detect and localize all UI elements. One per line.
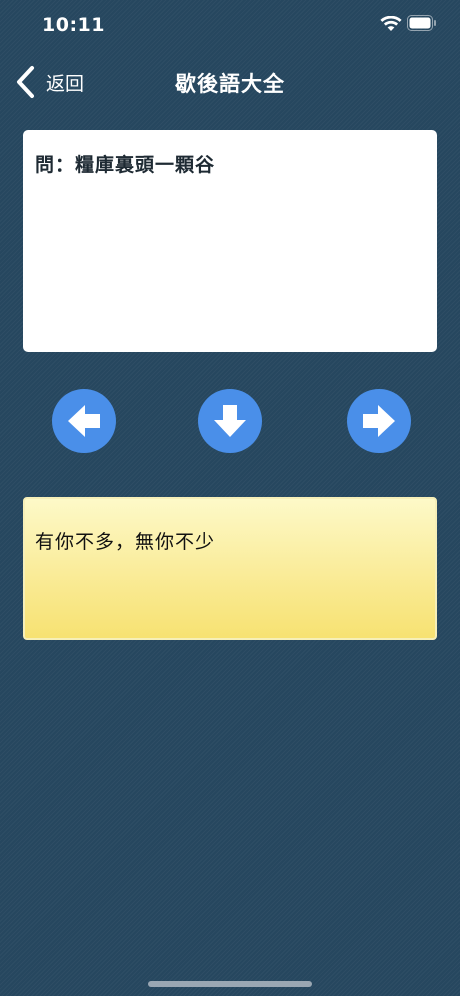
back-label: 返回 (46, 72, 85, 95)
arrow-left-icon (68, 405, 100, 437)
nav-bar: 返回 歇後語大全 (0, 56, 460, 108)
chevron-left-icon (17, 66, 34, 98)
reveal-answer-button[interactable] (198, 389, 262, 453)
arrow-right-icon (363, 405, 395, 437)
status-bar: 10:11 (0, 0, 460, 50)
question-card: 問：糧庫裏頭一顆谷 (23, 130, 437, 352)
home-indicator[interactable] (148, 981, 312, 987)
battery-icon (407, 15, 436, 31)
back-button[interactable]: 返回 (14, 64, 84, 100)
answer-text: 有你不多，無你不少 (35, 531, 216, 553)
next-button[interactable] (347, 389, 411, 453)
question-text: 問：糧庫裏頭一顆谷 (35, 154, 216, 176)
arrow-down-icon (214, 405, 246, 437)
answer-card: 有你不多，無你不少 (23, 497, 437, 640)
wifi-icon (380, 16, 402, 31)
status-time: 10:11 (42, 14, 105, 36)
previous-button[interactable] (52, 389, 116, 453)
